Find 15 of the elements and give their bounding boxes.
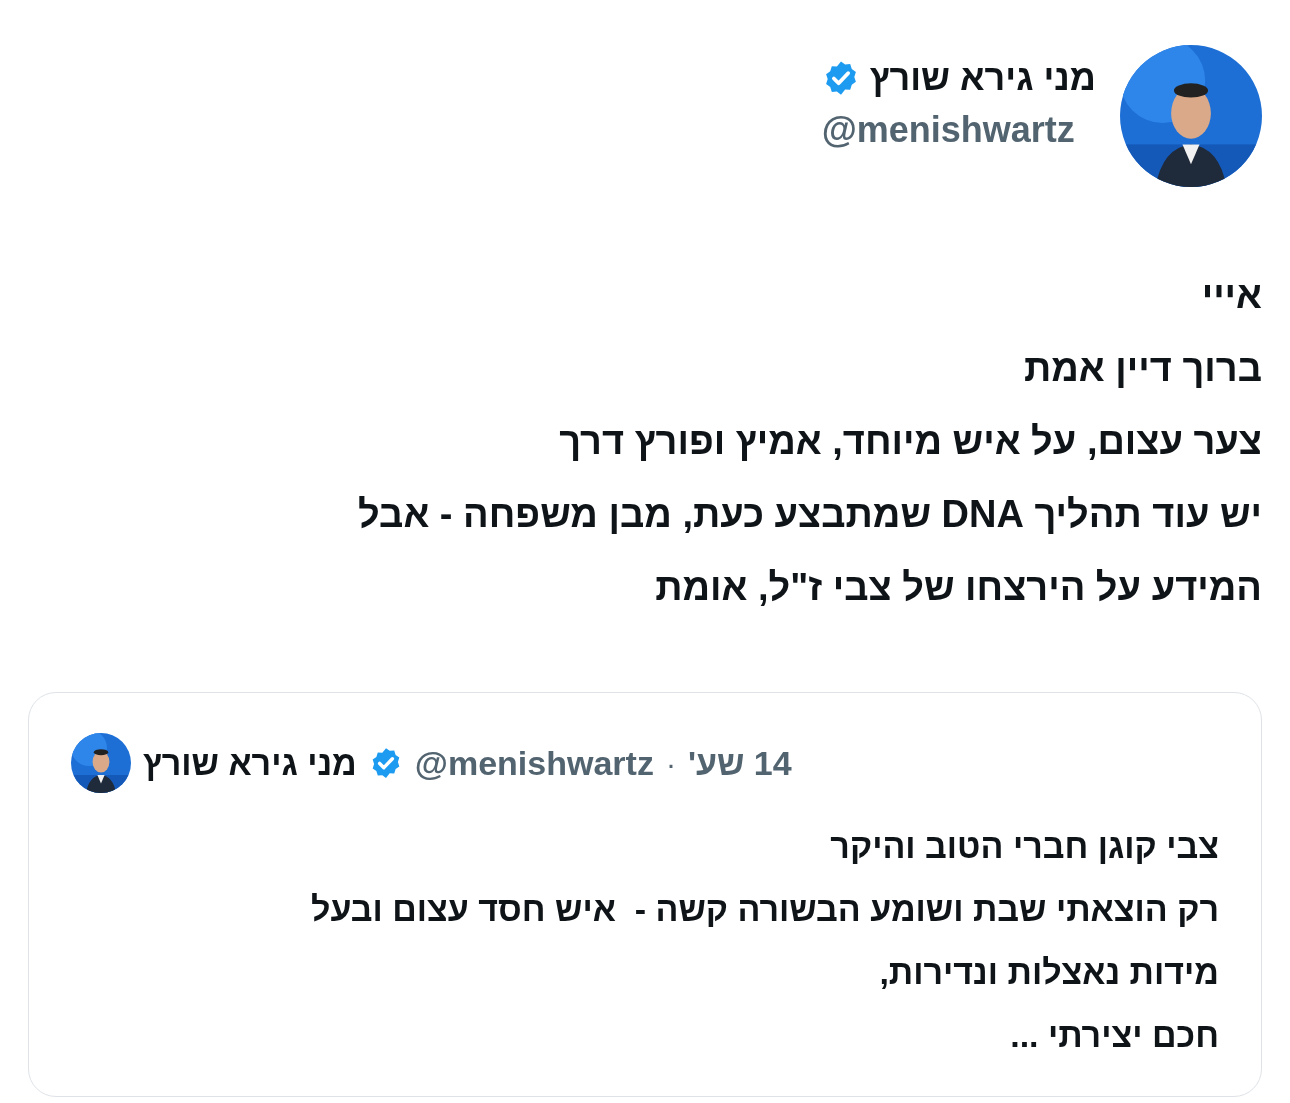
quoted-text-line: מידות נאצלות ונדירות, xyxy=(878,952,1219,993)
quoted-text-line: צבי קוגן חברי הטוב והיקר xyxy=(829,826,1219,867)
quoted-time: 14 שע' xyxy=(687,742,792,784)
separator-dot: · xyxy=(665,745,676,782)
author-name: מני גירא שורץ xyxy=(869,56,1096,100)
quoted-text-line: חכם יצירתי ... xyxy=(1009,1015,1219,1056)
quoted-author-name: מני גירא שורץ xyxy=(143,742,357,784)
quoted-text-line: רק הוצאתי שבת ושומע הבשורה קשה - איש חסד עצום ובעל xyxy=(310,889,1219,930)
tweet-text-line: צער עצום, על איש מיוחד, אמיץ ופורץ דרך xyxy=(558,419,1262,464)
tweet-text-line: אייי xyxy=(1200,273,1262,318)
tweet-text-line: יש עוד תהליך DNA שמתבצע כעת, מבן משפחה - אבל xyxy=(357,492,1262,537)
tweet-text-line: המידע על הירצחו של צבי ז"ל, אומת xyxy=(654,565,1262,610)
tweet-text-line: ברוך דיין אמת xyxy=(1023,346,1262,391)
author-handle: @menishwartz xyxy=(821,108,1076,152)
quoted-author-handle: @menishwartz xyxy=(414,742,654,784)
